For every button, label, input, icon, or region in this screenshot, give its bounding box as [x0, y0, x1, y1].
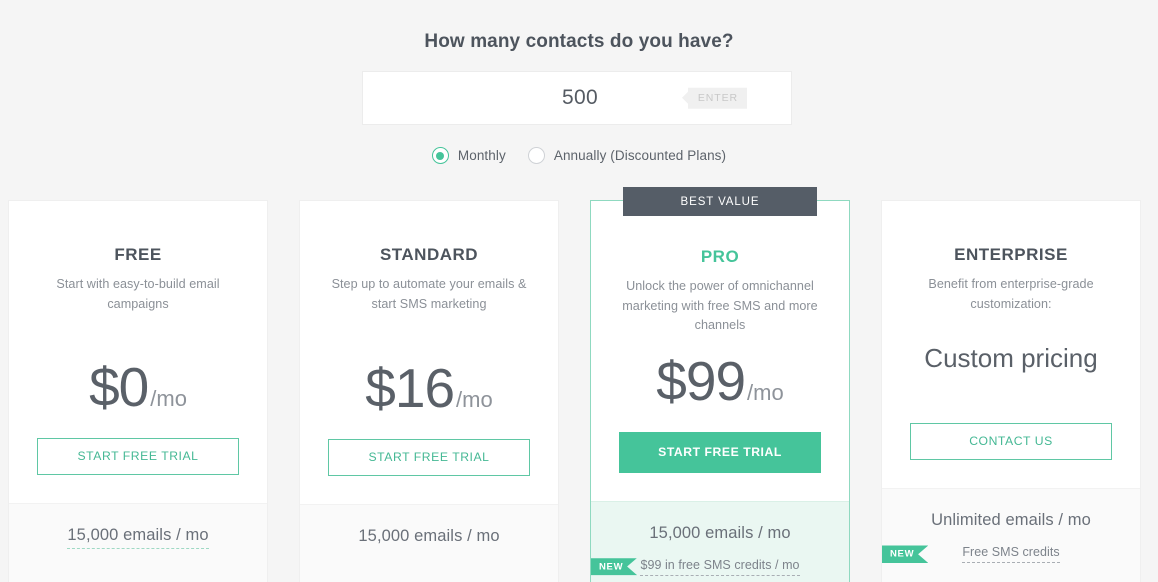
plan-card-pro[interactable]: BEST VALUE PRO Unlock the power of omnic…: [590, 187, 850, 582]
plan-card-free[interactable]: FREE Start with easy-to-build email camp…: [8, 200, 268, 582]
plan-cta-wrap-pro: START FREE TRIAL: [591, 431, 849, 501]
plan-price-standard: $16 /mo: [318, 343, 540, 439]
radio-unselected-icon[interactable]: [527, 147, 545, 164]
best-value-banner: BEST VALUE: [623, 187, 817, 216]
plan-description-standard: Step up to automate your emails & start …: [331, 277, 527, 311]
plan-feature-main-row-free: 15,000 emails / mo: [9, 526, 267, 550]
pricing-page: How many contacts do you have? ENTER Mon…: [0, 0, 1158, 582]
contact-us-button[interactable]: CONTACT US: [910, 423, 1112, 461]
new-ribbon-badge-pro: NEW: [591, 557, 638, 576]
plan-features-standard: 15,000 emails / mo: [300, 503, 558, 582]
plan-cta-wrap-standard: START FREE TRIAL: [300, 438, 558, 504]
plan-name-free: FREE: [114, 245, 162, 264]
contacts-input-wrapper[interactable]: ENTER: [362, 71, 792, 125]
plan-price-amount-pro: $99: [656, 349, 746, 412]
plan-feature-main-row-standard: 15,000 emails / mo: [300, 527, 558, 549]
plan-description-free: Start with easy-to-build email campaigns: [56, 277, 220, 311]
plan-card-list: FREE Start with easy-to-build email camp…: [8, 187, 1150, 582]
plan-card-enterprise-body: ENTERPRISE Benefit from enterprise-grade…: [882, 201, 1140, 423]
plan-price-pro: $99 /mo: [609, 336, 831, 432]
plan-name-pro: PRO: [700, 247, 740, 266]
billing-option-annually[interactable]: Annually (Discounted Plans): [527, 147, 727, 164]
plan-description-enterprise: Benefit from enterprise-grade customizat…: [928, 277, 1094, 311]
billing-option-monthly-label: Monthly: [457, 148, 506, 163]
plan-price-free: $0 /mo: [27, 342, 249, 438]
billing-cycle-selector: Monthly Annually (Discounted Plans): [0, 147, 1158, 164]
start-free-trial-button-standard[interactable]: START FREE TRIAL: [328, 438, 530, 476]
plan-features-enterprise: Unlimited emails / mo NEW Free SMS credi…: [882, 488, 1140, 582]
plan-feature-main-row-enterprise: Unlimited emails / mo: [882, 511, 1140, 533]
plan-card-free-body: FREE Start with easy-to-build email camp…: [9, 201, 267, 438]
radio-selected-icon[interactable]: [431, 147, 449, 164]
plan-feature-emails-pro: 15,000 emails / mo: [649, 523, 791, 542]
plan-description-pro: Unlock the power of omnichannel marketin…: [622, 279, 818, 333]
plan-feature-main-row-pro: 15,000 emails / mo: [591, 524, 849, 546]
plan-card-standard-body: STANDARD Step up to automate your emails…: [300, 201, 558, 439]
plan-feature-emails-enterprise: Unlimited emails / mo: [931, 511, 1091, 530]
plan-price-suffix-pro: /mo: [747, 379, 784, 405]
new-ribbon-badge-enterprise: NEW: [882, 545, 929, 564]
plan-feature-emails-free[interactable]: 15,000 emails / mo: [67, 526, 209, 550]
start-free-trial-button-free[interactable]: START FREE TRIAL: [37, 438, 239, 476]
plan-cta-wrap-free: START FREE TRIAL: [9, 438, 267, 503]
plan-feature-sms-enterprise[interactable]: Free SMS credits: [962, 545, 1060, 564]
plan-price-amount-enterprise: Custom pricing: [924, 343, 1098, 374]
plan-card-pro-body: PRO Unlock the power of omnichannel mark…: [591, 201, 849, 432]
billing-option-monthly[interactable]: Monthly: [431, 147, 506, 164]
start-free-trial-button-pro[interactable]: START FREE TRIAL: [619, 431, 821, 473]
plan-cta-wrap-enterprise: CONTACT US: [882, 423, 1140, 488]
contacts-question-heading: How many contacts do you have?: [424, 31, 734, 52]
plan-price-suffix-free: /mo: [150, 386, 187, 412]
plan-feature-sms-row-pro: NEW $99 in free SMS credits / mo: [591, 557, 849, 577]
plan-price-amount-free: $0: [89, 356, 149, 419]
plan-name-enterprise: ENTERPRISE: [954, 245, 1068, 264]
plan-price-amount-standard: $16: [365, 356, 455, 419]
billing-option-annually-label: Annually (Discounted Plans): [553, 148, 727, 163]
plan-features-pro: 15,000 emails / mo NEW $99 in free SMS c…: [591, 500, 849, 582]
plan-name-standard: STANDARD: [379, 245, 479, 264]
plan-features-free: 15,000 emails / mo: [9, 503, 267, 582]
plan-feature-sms-pro[interactable]: $99 in free SMS credits / mo: [640, 558, 800, 576]
enter-hint-badge[interactable]: ENTER: [687, 87, 747, 109]
plan-card-enterprise[interactable]: ENTERPRISE Benefit from enterprise-grade…: [881, 200, 1141, 582]
plan-feature-sms-row-enterprise: NEW Free SMS credits: [882, 544, 1140, 564]
plan-card-standard[interactable]: STANDARD Step up to automate your emails…: [299, 200, 559, 582]
plan-feature-emails-standard: 15,000 emails / mo: [358, 526, 500, 545]
plan-price-suffix-standard: /mo: [456, 386, 493, 412]
plan-price-enterprise: Custom pricing: [900, 327, 1122, 423]
